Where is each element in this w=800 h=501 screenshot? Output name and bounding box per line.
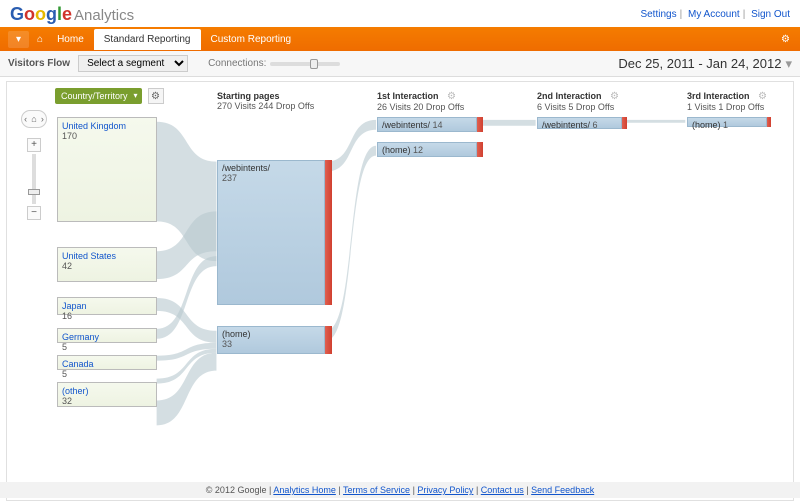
pan-control[interactable]: ‹⌂› (21, 110, 47, 128)
country-node-germany[interactable]: Germany5 (57, 328, 157, 343)
dropoff-home (325, 326, 332, 354)
dimension-select[interactable]: Country/Territory (55, 88, 142, 104)
col-i2-sub: 6 Visits 5 Drop Offs (537, 102, 614, 112)
country-node-japan[interactable]: Japan16 (57, 297, 157, 315)
col-i3-sub: 1 Visits 1 Drop Offs (687, 102, 764, 112)
i1-node-webintents[interactable]: /webintents/ 14 (377, 117, 477, 132)
col-i3-gear-icon[interactable]: ⚙ (758, 91, 767, 102)
col-i1-sub: 26 Visits 20 Drop Offs (377, 102, 464, 112)
i2-node-webintents[interactable]: /webintents/ 6 (537, 117, 622, 129)
home-icon: ⌂ (37, 34, 43, 45)
col-i1-gear-icon[interactable]: ⚙ (447, 91, 456, 102)
footer-link-contact[interactable]: Contact us (481, 485, 524, 495)
top-links: Settings| My Account| Sign Out (640, 9, 790, 20)
country-node-other[interactable]: (other)32 (57, 382, 157, 407)
settings-link[interactable]: Settings (640, 9, 676, 20)
config-button[interactable]: ⚙ (148, 88, 164, 104)
google-analytics-logo: GoogleAnalytics (10, 4, 134, 25)
footer-link-tos[interactable]: Terms of Service (343, 485, 410, 495)
footer-link-privacy[interactable]: Privacy Policy (417, 485, 473, 495)
country-node-canada[interactable]: Canada5 (57, 355, 157, 370)
flow-canvas: Country/Territory ⚙ ‹⌂› + − Starting pag… (6, 81, 794, 501)
my-account-link[interactable]: My Account (688, 9, 740, 20)
i1-dropoff-b (477, 142, 483, 157)
page-node-webintents[interactable]: /webintents/237 (217, 160, 325, 305)
country-node-uk[interactable]: United Kingdom170 (57, 117, 157, 222)
col-starting-sub: 270 Visits 244 Drop Offs (217, 101, 314, 111)
connections-label: Connections: (208, 58, 266, 69)
i3-dropoff (767, 117, 771, 127)
tab-custom-reporting[interactable]: Custom Reporting (201, 29, 302, 50)
col-i2-gear-icon[interactable]: ⚙ (610, 91, 619, 102)
gear-icon[interactable]: ⚙ (781, 34, 790, 45)
col-starting-title: Starting pages (217, 91, 280, 101)
account-picker[interactable]: ▾ (8, 31, 29, 48)
i1-dropoff-a (477, 117, 483, 132)
sign-out-link[interactable]: Sign Out (751, 9, 790, 20)
date-range-picker[interactable]: Dec 25, 2011 - Jan 24, 2012▾ (618, 56, 792, 72)
footer-link-feedback[interactable]: Send Feedback (531, 485, 594, 495)
tab-standard-reporting[interactable]: Standard Reporting (94, 29, 201, 50)
zoom-in-button[interactable]: + (27, 138, 41, 152)
pan-zoom-controls: ‹⌂› + − (21, 110, 47, 220)
connections-slider[interactable] (270, 62, 340, 66)
i2-dropoff (622, 117, 627, 129)
footer-link-home[interactable]: Analytics Home (273, 485, 336, 495)
col-i1-title: 1st Interaction (377, 91, 439, 101)
col-i2-title: 2nd Interaction (537, 91, 602, 101)
country-node-us[interactable]: United States42 (57, 247, 157, 282)
col-i3-title: 3rd Interaction (687, 91, 750, 101)
segment-select[interactable]: Select a segment (78, 55, 188, 72)
main-nav: ▾ ⌂ Home Standard Reporting Custom Repor… (0, 27, 800, 51)
i3-node-home[interactable]: (home) 1 (687, 117, 767, 127)
page-title: Visitors Flow (8, 58, 70, 69)
page-node-home[interactable]: (home)33 (217, 326, 325, 354)
footer: © 2012 Google | Analytics Home | Terms o… (0, 482, 800, 498)
zoom-out-button[interactable]: − (27, 206, 41, 220)
i1-node-home[interactable]: (home) 12 (377, 142, 477, 157)
dropoff-webintents (325, 160, 332, 305)
tab-home[interactable]: Home (47, 29, 94, 50)
zoom-slider[interactable] (32, 154, 36, 204)
